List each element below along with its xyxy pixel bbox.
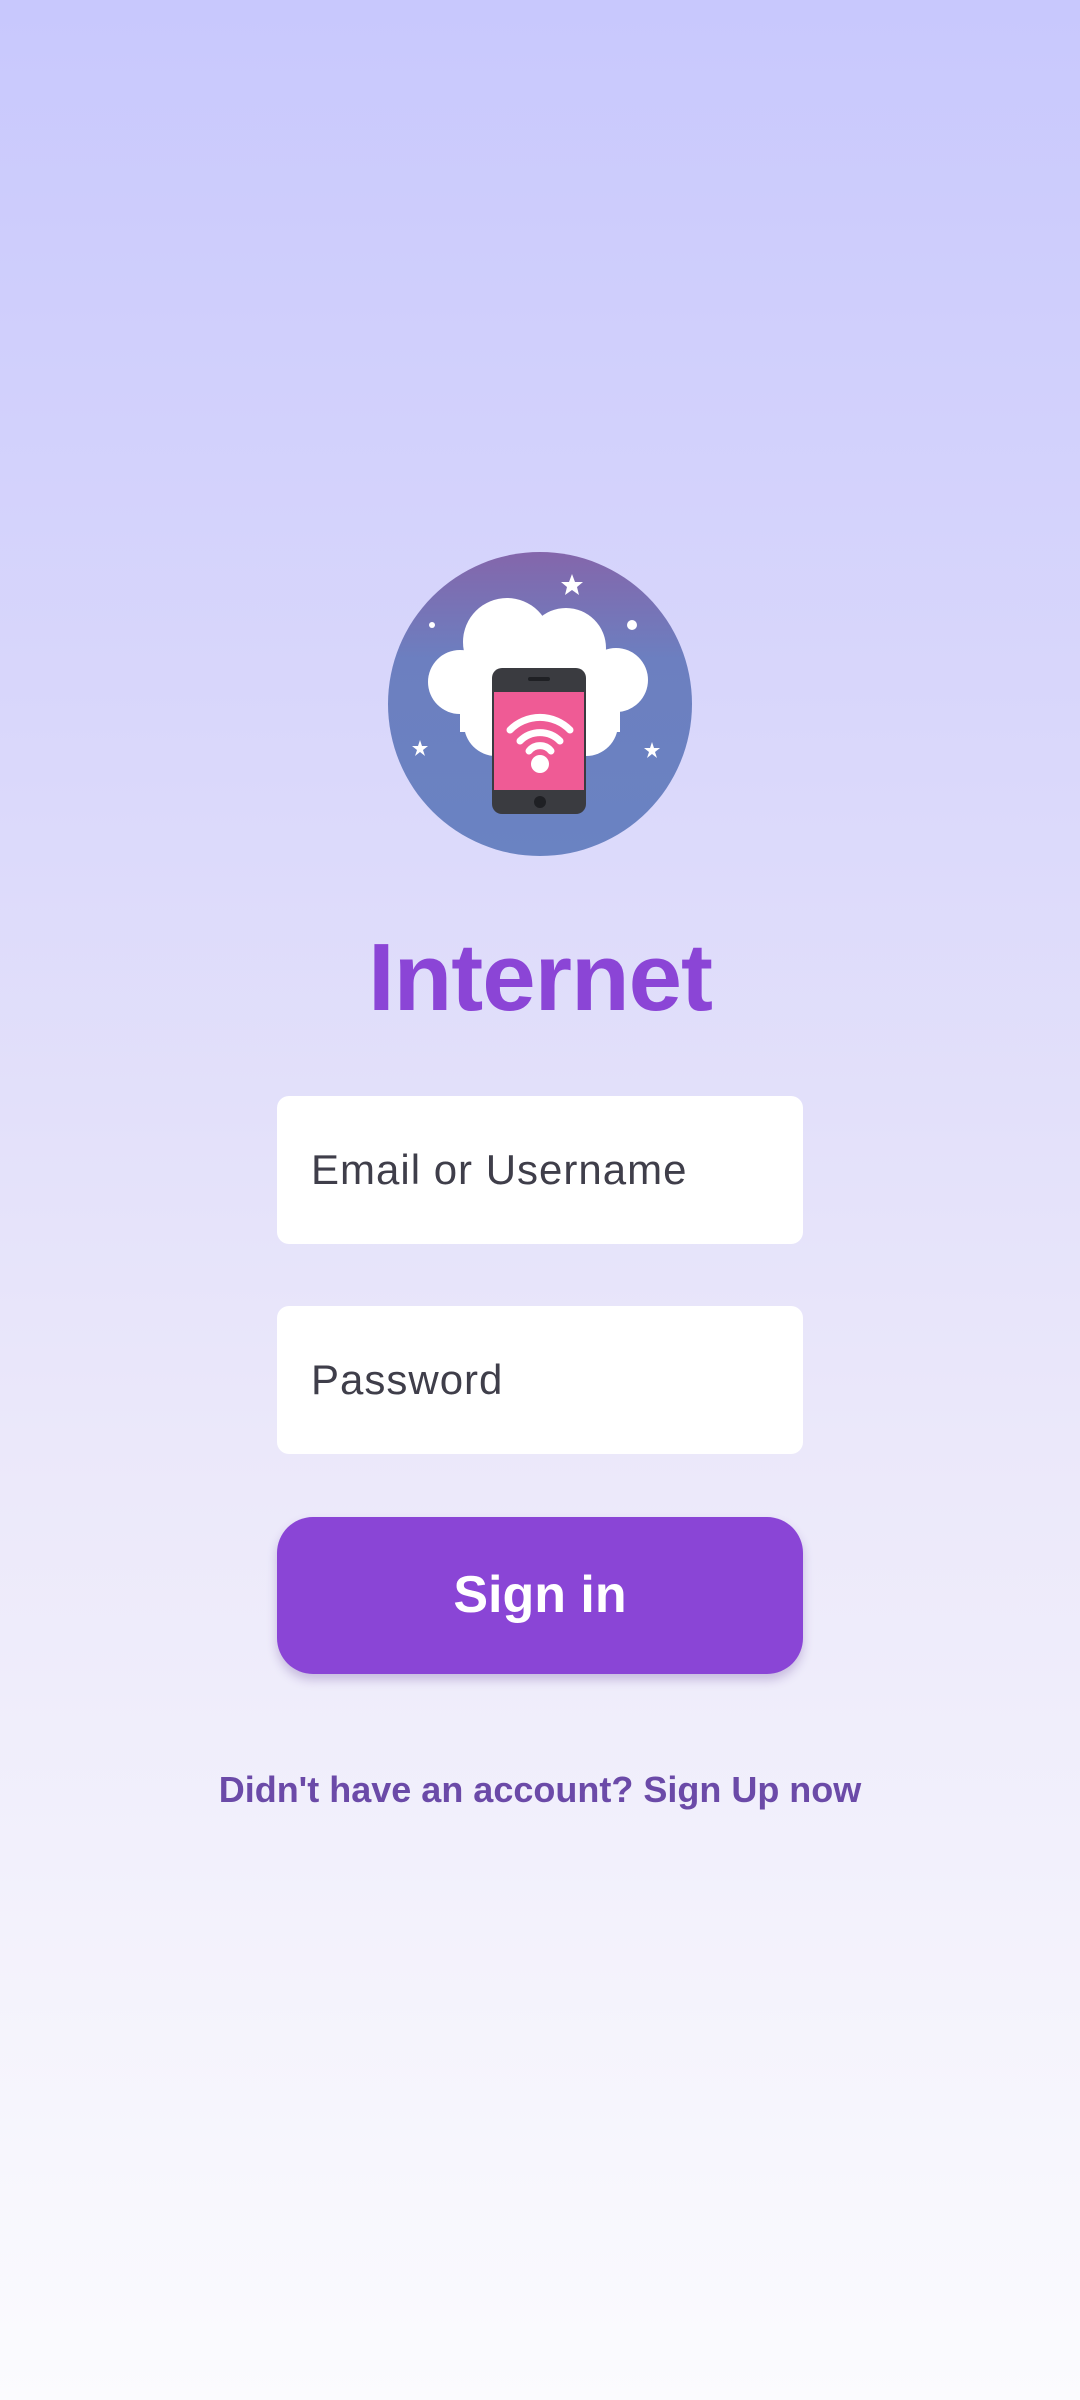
app-logo	[388, 552, 692, 856]
cloud-smartphone-wifi-icon	[388, 552, 692, 856]
login-screen: Internet Sign in Didn't have an account?…	[0, 0, 1080, 2400]
smartphone-icon	[492, 668, 586, 814]
password-field[interactable]	[277, 1306, 803, 1454]
sign-in-button[interactable]: Sign in	[277, 1517, 803, 1674]
email-field[interactable]	[277, 1096, 803, 1244]
sign-up-link[interactable]: Didn't have an account? Sign Up now	[0, 1765, 1080, 1815]
email-input[interactable]	[309, 1145, 771, 1195]
password-input[interactable]	[309, 1355, 771, 1405]
app-title: Internet	[367, 924, 713, 1031]
